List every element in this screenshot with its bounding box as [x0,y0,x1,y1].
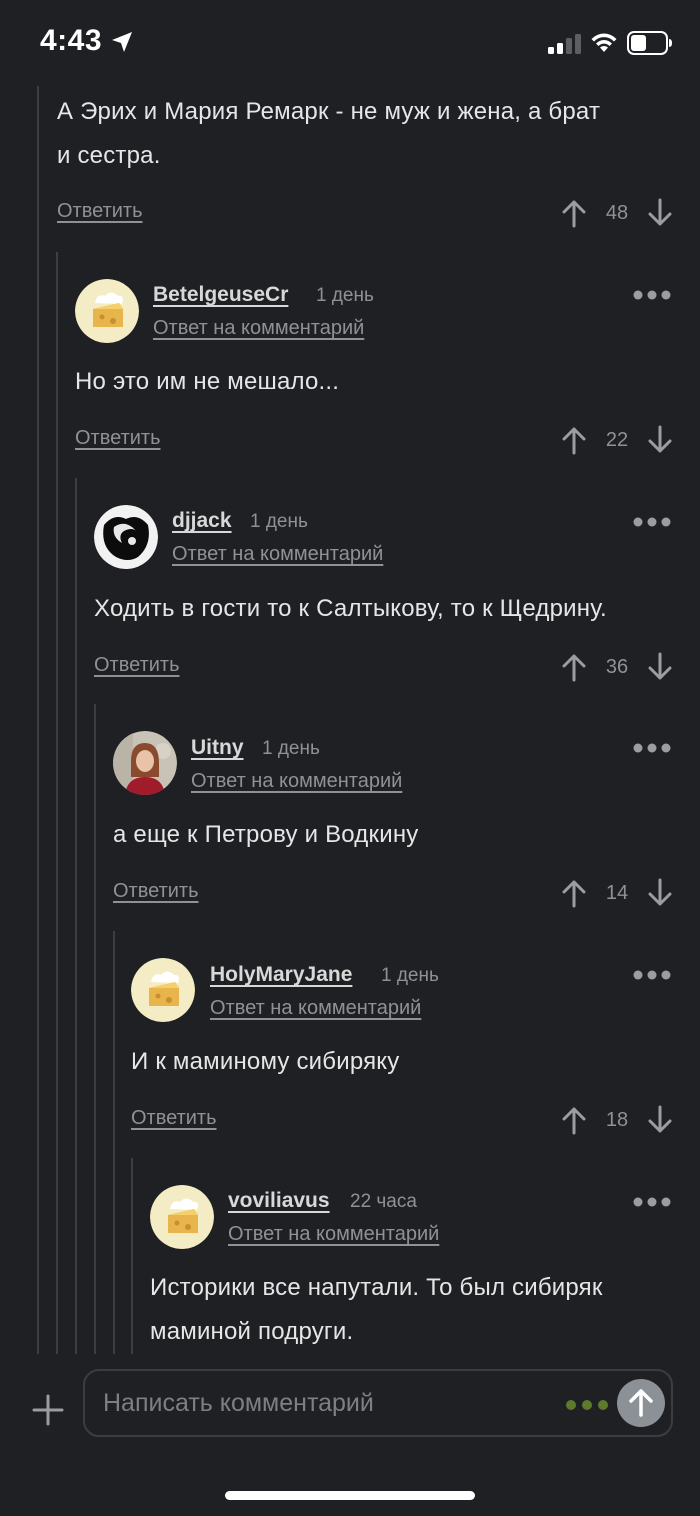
vote-count: 36 [605,655,629,678]
avatar[interactable] [75,279,139,343]
username[interactable]: BetelgeuseCr [153,283,288,307]
vote-controls: 48 [560,196,674,230]
reply-to-link[interactable]: Ответ на комментарий [210,997,421,1020]
avatar[interactable] [150,1185,214,1249]
comment-text: И к маминому сибиряку [131,1048,400,1075]
cellular-signal-icon [548,34,581,54]
downvote-arrow-icon[interactable] [646,878,674,908]
comment-time: 1 день [381,965,439,986]
vote-count: 48 [605,201,629,224]
downvote-arrow-icon[interactable] [646,1105,674,1135]
vote-controls: 14 [560,876,674,910]
reply-to-link[interactable]: Ответ на комментарий [191,770,402,793]
vote-controls: 36 [560,650,674,684]
plus-icon[interactable] [30,1392,66,1428]
cheese-avatar-icon [131,958,195,1022]
comment-input[interactable]: Написать комментарий [83,1369,673,1437]
comment-thread: А Эрих и Мария Ремарк - не муж и жена, а… [0,86,700,1354]
comment-time: 22 часа [350,1191,417,1212]
cheese-avatar-icon [150,1185,214,1249]
photo-avatar-icon [113,731,177,795]
comment-time: 1 день [262,738,320,759]
reply-to-link[interactable]: Ответ на комментарий [172,543,383,566]
thread-line [94,704,96,1354]
comment-input-placeholder: Написать комментарий [103,1389,374,1417]
vote-controls: 22 [560,423,674,457]
status-time: 4:43 [40,24,103,57]
thread-line [37,86,39,1354]
reply-button[interactable]: Ответить [57,200,143,223]
upvote-arrow-icon[interactable] [560,652,588,682]
vote-count: 14 [605,881,629,904]
downvote-arrow-icon[interactable] [646,425,674,455]
send-button[interactable] [617,1379,665,1427]
more-options-icon[interactable] [632,742,672,754]
reply-button[interactable]: Ответить [94,654,180,677]
battery-icon [627,31,672,55]
thread-line [56,252,58,1354]
vote-count: 18 [605,1108,629,1131]
thread-line [75,478,77,1354]
reply-button[interactable]: Ответить [131,1107,217,1130]
username[interactable]: HolyMaryJane [210,963,352,987]
thread-line [113,931,115,1354]
upvote-arrow-icon[interactable] [560,878,588,908]
upvote-arrow-icon[interactable] [560,198,588,228]
username[interactable]: Uitny [191,736,244,760]
downvote-arrow-icon[interactable] [646,198,674,228]
location-arrow-icon [112,32,132,52]
more-options-icon[interactable] [632,1196,672,1208]
comment-text: а еще к Петрову и Водкину [113,821,419,848]
upvote-arrow-icon[interactable] [560,1105,588,1135]
more-options-icon[interactable] [632,289,672,301]
more-options-icon[interactable] [632,969,672,981]
avatar[interactable] [94,505,158,569]
more-options-icon[interactable] [632,516,672,528]
username[interactable]: djjack [172,509,232,533]
comment-text: А Эрих и Мария Ремарк - не муж и жена, а… [57,98,601,169]
wifi-icon [591,33,617,52]
home-indicator[interactable] [225,1491,475,1500]
reply-button[interactable]: Ответить [75,427,161,450]
thread-line [131,1158,133,1354]
avatar[interactable] [113,731,177,795]
upvote-arrow-icon[interactable] [560,425,588,455]
reply-to-link[interactable]: Ответ на комментарий [153,317,364,340]
downvote-arrow-icon[interactable] [646,652,674,682]
dark-avatar-icon [94,505,158,569]
username[interactable]: voviliavus [228,1189,330,1213]
comment-text: Но это им не мешало... [75,368,340,395]
status-bar: 4:43 [0,0,700,86]
comment-text: Ходить в гости то к Салтыкову, то к Щедр… [94,595,607,622]
typing-dots-icon [566,1400,608,1410]
comment-time: 1 день [316,285,374,306]
reply-button[interactable]: Ответить [113,880,199,903]
vote-count: 22 [605,428,629,451]
comment-text: Историки все напутали. То был сибиряк ма… [150,1274,603,1345]
reply-to-link[interactable]: Ответ на комментарий [228,1223,439,1246]
vote-controls: 18 [560,1103,674,1137]
avatar[interactable] [131,958,195,1022]
comment-time: 1 день [250,511,308,532]
arrow-up-icon [629,1389,653,1417]
cheese-avatar-icon [75,279,139,343]
